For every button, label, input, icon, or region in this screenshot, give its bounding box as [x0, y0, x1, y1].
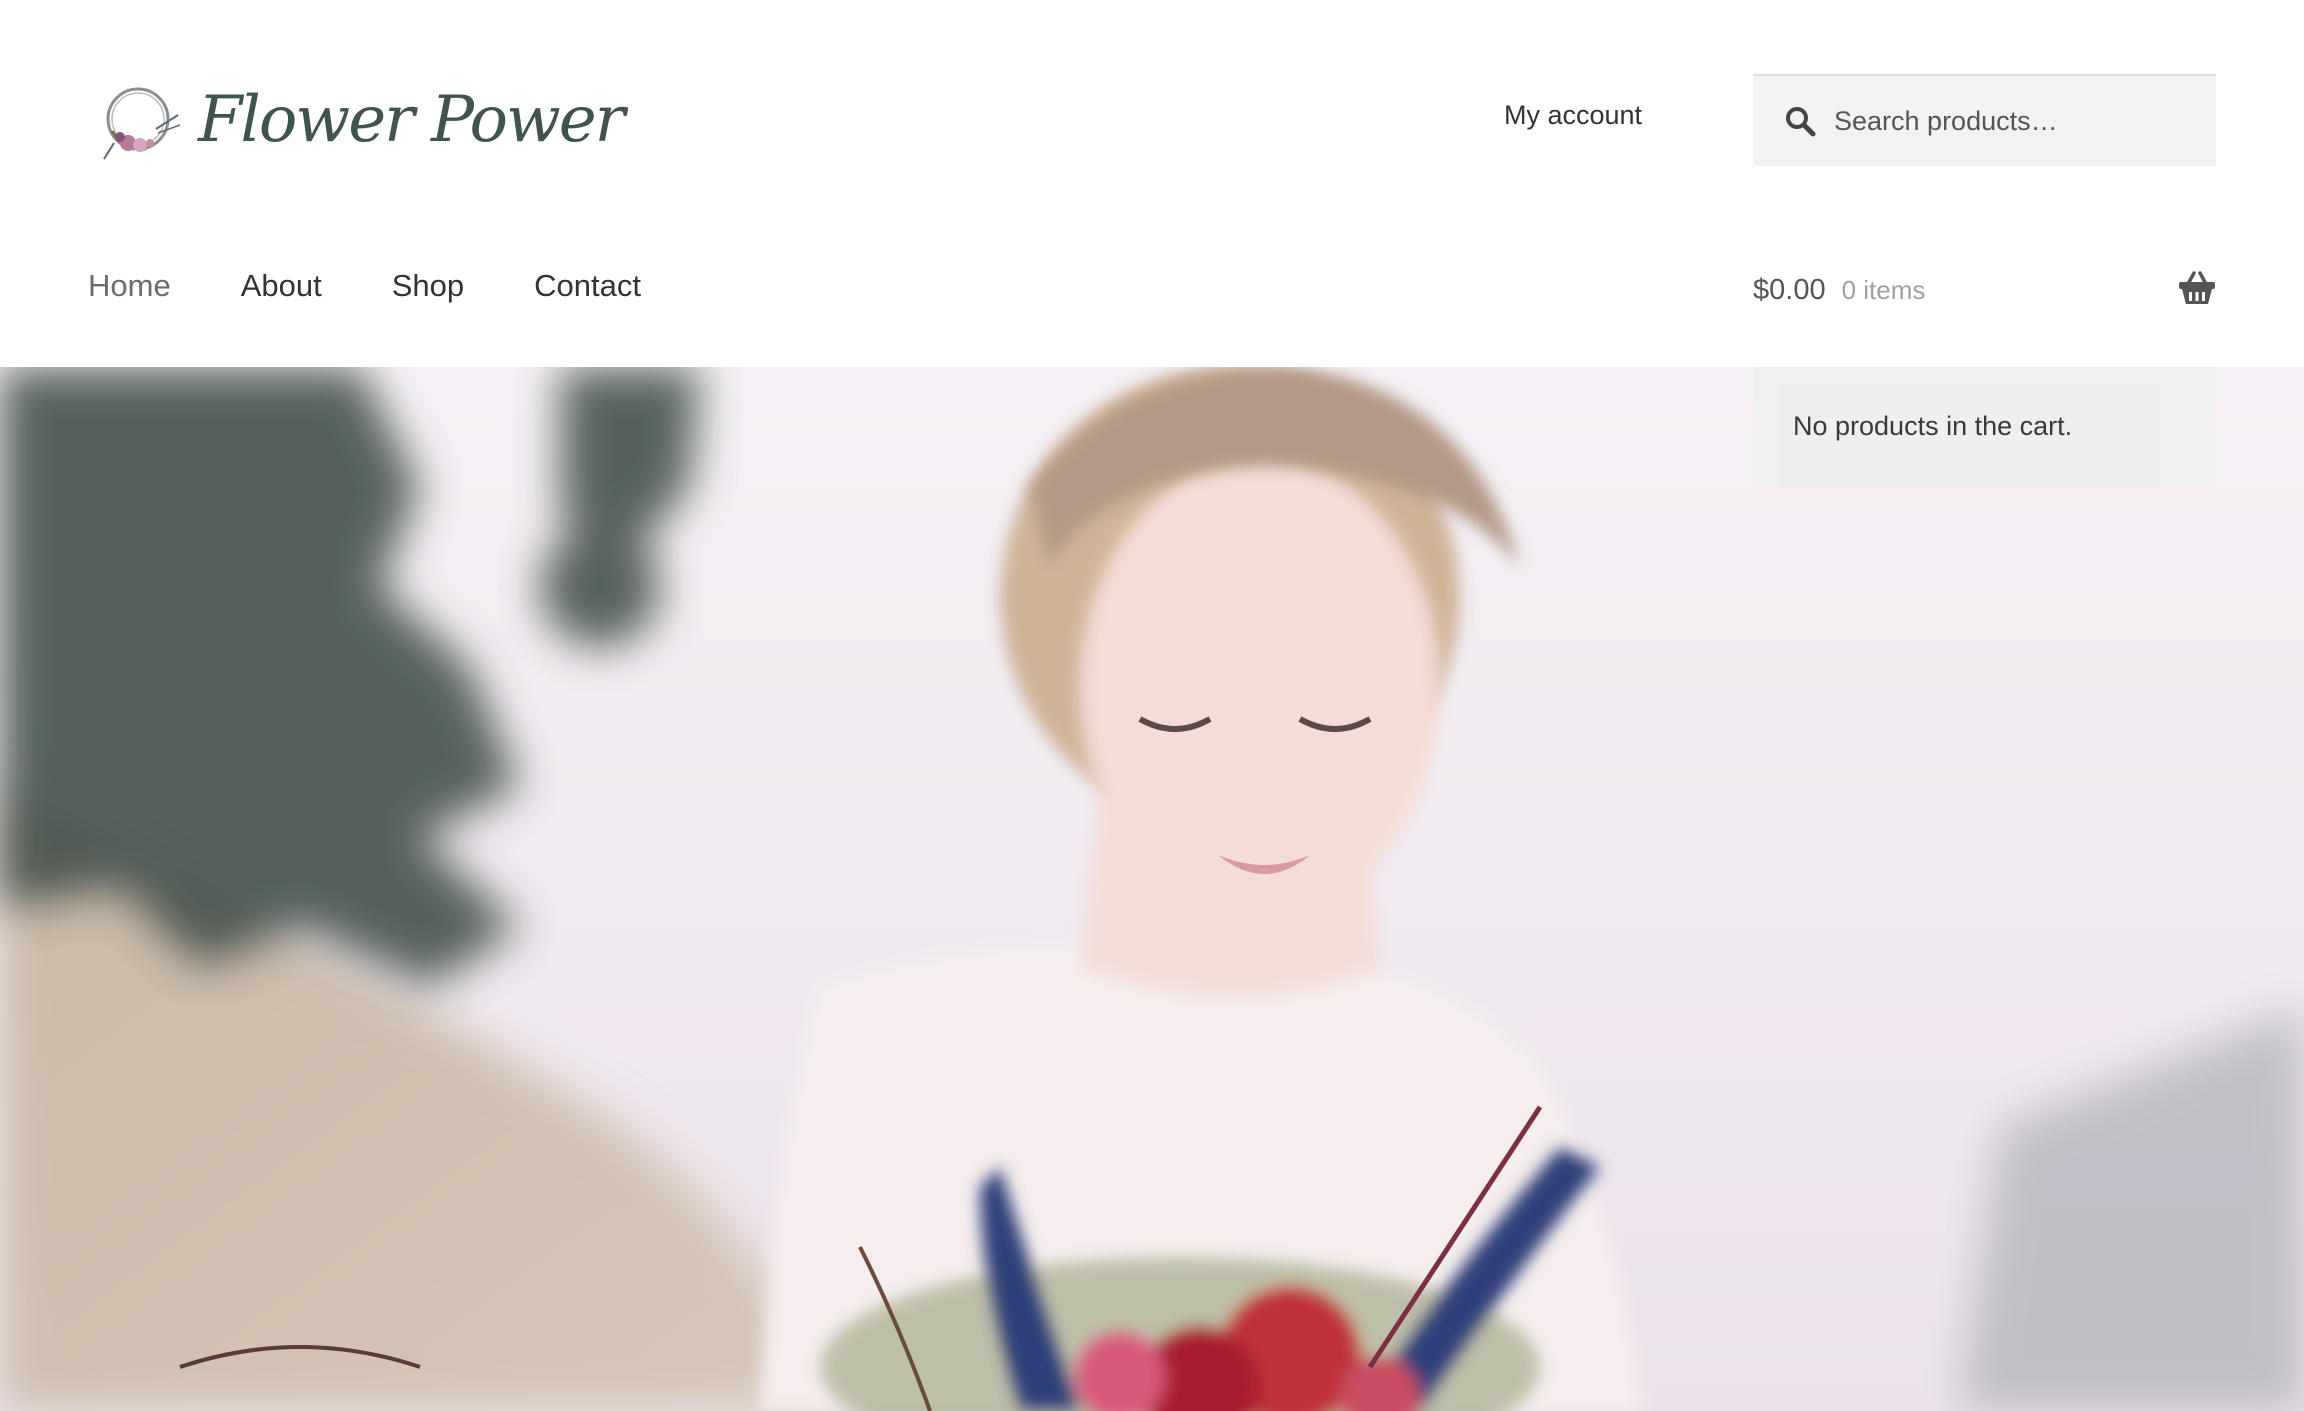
mini-cart-dropdown: No products in the cart.	[1753, 367, 2216, 490]
flower-wreath-icon	[103, 87, 181, 160]
cart-amount: $0.00	[1753, 273, 1826, 306]
site-title: Flower Power	[198, 83, 625, 157]
nav-item-contact[interactable]: Contact	[534, 268, 641, 304]
search-box	[1753, 74, 2216, 166]
hero-banner	[0, 367, 2304, 1411]
my-account-link[interactable]: My account	[1504, 100, 1642, 131]
basket-icon	[2179, 271, 2215, 304]
nav-item-home[interactable]: Home	[88, 268, 171, 304]
site-header: Flower Power My account Home About Shop …	[0, 0, 2304, 367]
nav-item-about[interactable]: About	[241, 268, 322, 304]
primary-navigation: Home About Shop Contact	[88, 268, 711, 304]
woman-with-flower-bouquet-photo	[0, 367, 2304, 1411]
cart-link[interactable]: $0.00 0 items	[1753, 268, 2216, 312]
site-logo-link[interactable]: Flower Power	[94, 70, 625, 170]
empty-cart-message: No products in the cart.	[1793, 411, 2073, 441]
nav-item-shop[interactable]: Shop	[392, 268, 464, 304]
cart-count: 0 items	[1841, 274, 1926, 305]
search-icon[interactable]	[1784, 105, 1816, 137]
search-input[interactable]	[1834, 105, 2194, 137]
